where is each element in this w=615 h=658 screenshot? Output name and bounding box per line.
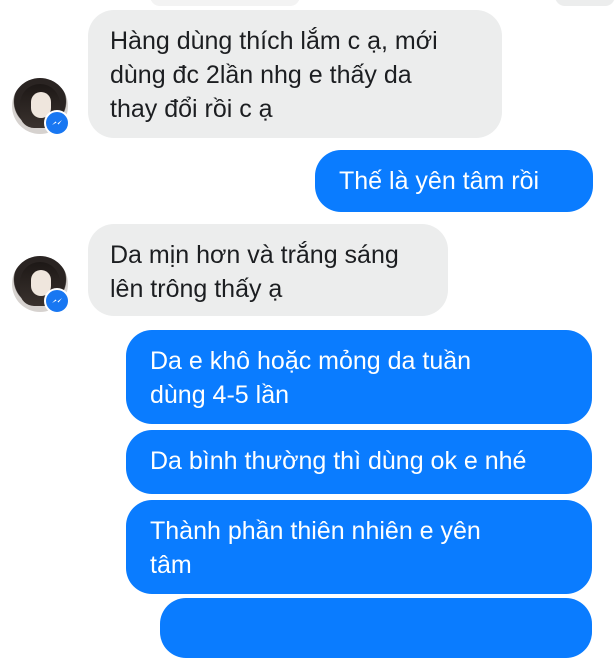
outgoing-message-bubble[interactable]: Thành phần thiên nhiên e yên tâm bbox=[126, 500, 592, 594]
partial-message-top-right bbox=[555, 0, 615, 6]
messenger-icon bbox=[44, 110, 70, 136]
partial-message-top bbox=[150, 0, 300, 6]
incoming-message-bubble[interactable]: Da mịn hơn và trắng sáng lên trông thấy … bbox=[88, 224, 448, 316]
outgoing-message-bubble[interactable]: Thế là yên tâm rồi bbox=[315, 150, 593, 212]
outgoing-message-bubble[interactable]: Da e khô hoặc mỏng da tuần dùng 4-5 lần bbox=[126, 330, 592, 424]
chat-thread: Hàng dùng thích lắm c ạ, mới dùng đc 2lầ… bbox=[0, 0, 615, 658]
incoming-message-bubble[interactable]: Hàng dùng thích lắm c ạ, mới dùng đc 2lầ… bbox=[88, 10, 502, 138]
outgoing-message-bubble[interactable]: Da bình thường thì dùng ok e nhé bbox=[126, 430, 592, 494]
contact-avatar[interactable] bbox=[12, 256, 70, 314]
partial-outgoing-message-bubble[interactable] bbox=[160, 598, 592, 658]
messenger-icon bbox=[44, 288, 70, 314]
contact-avatar[interactable] bbox=[12, 78, 70, 136]
